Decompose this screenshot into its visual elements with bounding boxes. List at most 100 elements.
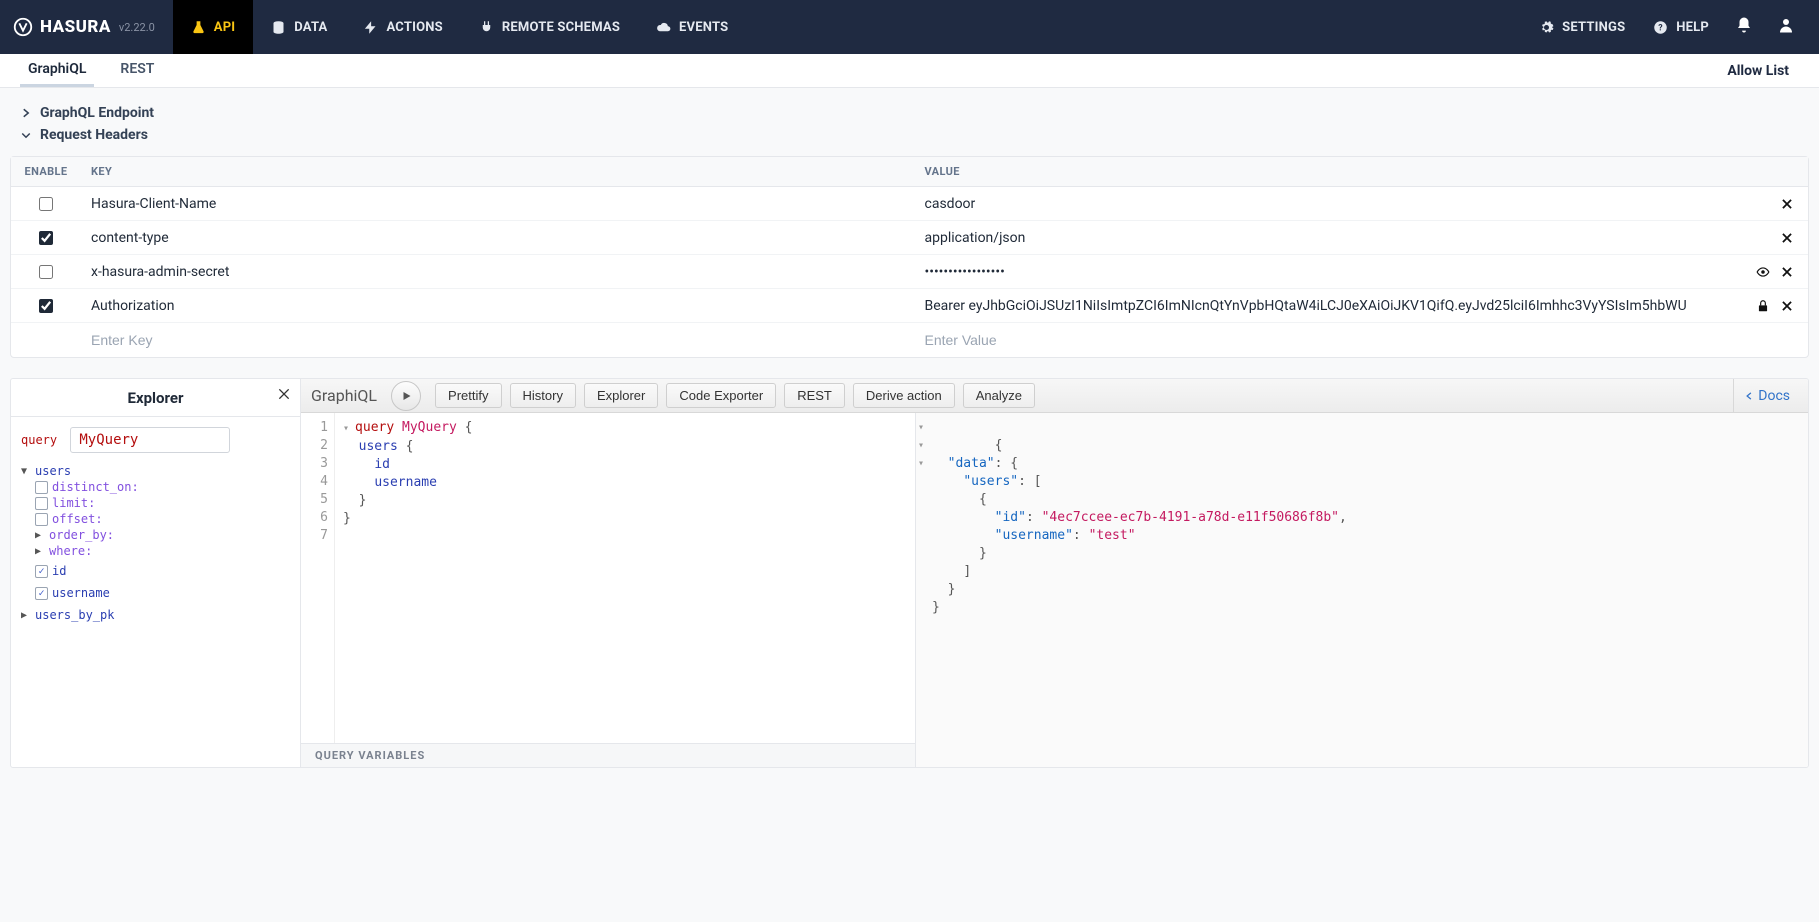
bell-icon — [1735, 16, 1753, 34]
notifications-button[interactable] — [1723, 16, 1765, 38]
history-button[interactable]: History — [510, 383, 576, 408]
tree-arg-where[interactable]: ▶where: — [35, 543, 290, 559]
header-enable-checkbox[interactable] — [39, 299, 53, 313]
analyze-button[interactable]: Analyze — [963, 383, 1035, 408]
svg-text:?: ? — [1659, 23, 1664, 33]
header-value[interactable]: Bearer eyJhbGciOiJSUzI1NiIsImtpZCI6ImNIc… — [925, 298, 1739, 314]
fold-gutter: ▾▾▾ — [918, 419, 924, 473]
graphiql-main: GraphiQL Prettify History Explorer Code … — [301, 379, 1808, 767]
request-headers-toggle[interactable]: Request Headers — [20, 124, 1799, 146]
graphiql-container: Explorer query ▼users distinct_on: limit… — [10, 378, 1809, 768]
header-key[interactable]: x-hasura-admin-secret — [81, 256, 915, 288]
new-header-value-input[interactable] — [925, 332, 1739, 348]
close-icon[interactable] — [1780, 265, 1794, 279]
tree-label: distinct_on: — [52, 480, 139, 494]
cloud-icon — [656, 20, 671, 35]
explorer-body[interactable]: query ▼users distinct_on: limit: offset:… — [11, 417, 300, 767]
tree-label: offset: — [52, 512, 103, 526]
header-key[interactable]: content-type — [81, 222, 915, 254]
account-button[interactable] — [1765, 16, 1807, 38]
tree-arg-order-by[interactable]: ▶order_by: — [35, 527, 290, 543]
tree-label: users_by_pk — [35, 608, 114, 622]
header-key[interactable]: Authorization — [81, 290, 915, 322]
query-name-input[interactable] — [70, 427, 230, 453]
graphiql-toolbar: GraphiQL Prettify History Explorer Code … — [301, 379, 1808, 413]
tree-field-username[interactable]: username — [35, 585, 290, 601]
tree-arg-offset[interactable]: offset: — [35, 511, 290, 527]
query-editor[interactable]: 1 2 3 4 5 6 7 ▾ query MyQuery { users { … — [301, 413, 915, 743]
explorer-button[interactable]: Explorer — [584, 383, 658, 408]
tab-graphiql[interactable]: GraphiQL — [20, 54, 94, 87]
endpoint-label: GraphQL Endpoint — [40, 105, 154, 121]
header-row: content-type application/json — [11, 221, 1808, 255]
header-key[interactable]: Hasura-Client-Name — [81, 188, 915, 220]
prettify-button[interactable]: Prettify — [435, 383, 501, 408]
derive-action-button[interactable]: Derive action — [853, 383, 955, 408]
nav-settings[interactable]: SETTINGS — [1525, 20, 1639, 35]
explorer-panel: Explorer query ▼users distinct_on: limit… — [11, 379, 301, 767]
close-icon[interactable] — [1780, 197, 1794, 211]
close-icon[interactable] — [1780, 231, 1794, 245]
tree-node-users-by-pk[interactable]: ▶users_by_pk — [21, 607, 290, 623]
nav-data-label: DATA — [294, 20, 327, 35]
eye-icon[interactable] — [1756, 265, 1770, 279]
line-number: 5 — [301, 491, 328, 509]
allow-list-link[interactable]: Allow List — [1727, 54, 1799, 87]
nav-actions[interactable]: ACTIONS — [345, 0, 460, 54]
line-number: 6 — [301, 509, 328, 527]
close-icon — [276, 386, 292, 402]
database-icon — [271, 20, 286, 35]
line-gutter: 1 2 3 4 5 6 7 — [301, 413, 335, 743]
tree-label: where: — [49, 544, 92, 558]
nav-events-label: EVENTS — [679, 20, 728, 35]
flask-icon — [191, 20, 206, 35]
brand-text: HASURA — [40, 17, 111, 37]
code-exporter-button[interactable]: Code Exporter — [666, 383, 776, 408]
graphql-endpoint-toggle[interactable]: GraphQL Endpoint — [20, 102, 1799, 124]
query-pane: 1 2 3 4 5 6 7 ▾ query MyQuery { users { … — [301, 413, 916, 767]
help-icon: ? — [1653, 20, 1668, 35]
execute-button[interactable] — [391, 381, 421, 411]
docs-button[interactable]: Docs — [1733, 379, 1800, 412]
nav-events[interactable]: EVENTS — [638, 0, 746, 54]
explorer-close-button[interactable] — [276, 386, 292, 406]
header-enable-checkbox[interactable] — [39, 231, 53, 245]
table-header: ENABLE KEY VALUE — [11, 157, 1808, 187]
bolt-icon — [363, 20, 378, 35]
tree-field-id[interactable]: id — [35, 563, 290, 579]
header-enable-checkbox[interactable] — [39, 197, 53, 211]
header-value[interactable]: application/json — [925, 230, 1739, 246]
nav-remote-schemas[interactable]: REMOTE SCHEMAS — [461, 0, 638, 54]
tab-rest[interactable]: REST — [112, 54, 162, 87]
nav-api[interactable]: API — [173, 0, 254, 54]
lock-icon[interactable] — [1756, 299, 1770, 313]
header-value[interactable]: casdoor — [925, 196, 1739, 212]
col-key-header: KEY — [81, 157, 915, 186]
tree-arg-distinct-on[interactable]: distinct_on: — [35, 479, 290, 495]
docs-label: Docs — [1758, 388, 1790, 404]
header-row-new — [11, 323, 1808, 357]
rest-button[interactable]: REST — [784, 383, 845, 408]
chevron-right-icon — [20, 107, 32, 119]
tree-node-users[interactable]: ▼users — [21, 463, 290, 479]
line-number: 2 — [301, 437, 328, 455]
nav-data[interactable]: DATA — [253, 0, 345, 54]
header-value[interactable]: ••••••••••••••••• — [925, 264, 1739, 280]
col-enable-header: ENABLE — [11, 157, 81, 186]
nav-settings-label: SETTINGS — [1562, 20, 1625, 35]
tree-arg-limit[interactable]: limit: — [35, 495, 290, 511]
col-value-header: VALUE — [915, 157, 1749, 186]
header-row: x-hasura-admin-secret ••••••••••••••••• — [11, 255, 1808, 289]
chevron-down-icon — [20, 129, 32, 141]
new-header-key-input[interactable] — [91, 332, 905, 348]
sub-tabs: GraphiQL REST Allow List — [0, 54, 1819, 88]
chevron-left-icon — [1744, 391, 1754, 401]
tree-label: username — [52, 586, 110, 600]
logo[interactable]: HASURA — [12, 16, 111, 38]
close-icon[interactable] — [1780, 299, 1794, 313]
tree-label: users — [35, 464, 71, 478]
query-variables-toggle[interactable]: QUERY VARIABLES — [301, 743, 915, 767]
header-enable-checkbox[interactable] — [39, 265, 53, 279]
result-pane[interactable]: ▾▾▾{ "data": { "users": [ { "id": "4ec7c… — [916, 413, 1808, 767]
nav-help[interactable]: ? HELP — [1639, 20, 1723, 35]
